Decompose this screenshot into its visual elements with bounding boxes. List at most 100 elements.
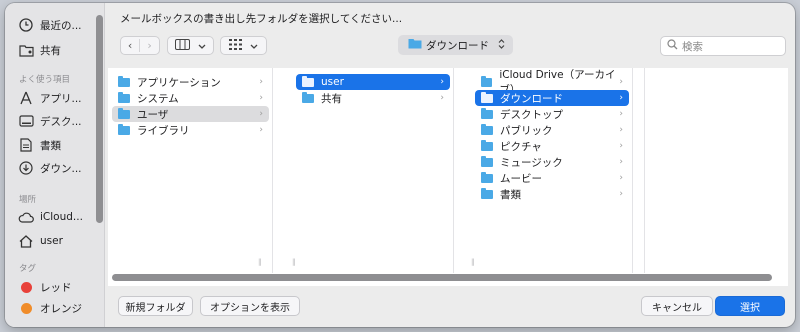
list-item[interactable]: デスクトップ › [475,106,629,122]
folder-icon [481,155,493,167]
column-resize-handle[interactable]: ‖ [292,258,296,266]
orange-tag-dot-icon [21,302,32,314]
forward-button[interactable]: › [140,39,159,52]
list-item[interactable]: アプリケーション › [112,74,269,90]
folder-icon [118,75,130,87]
column-root: アプリケーション › システム › ユーザ › ライブラリ › ‖ [108,68,273,273]
folder-icon [481,123,493,135]
sidebar-item-desktop[interactable]: デスク... [18,111,82,131]
item-label: ライブラリ [137,124,190,137]
clock-icon [18,17,34,33]
folder-icon [118,123,130,135]
folder-icon [481,75,493,87]
list-item-selected[interactable]: ダウンロード › [475,90,629,106]
column-user-home: iCloud Drive（アーカイブ）› ダウンロード › デスクトップ › パブリ… [471,68,633,273]
list-item[interactable]: システム › [112,90,269,106]
view-columns-button[interactable] [167,36,214,55]
sidebar-item-home[interactable]: user [18,231,63,251]
folder-icon [408,38,422,52]
red-tag-dot-icon [21,281,32,293]
folder-icon [118,107,130,119]
sidebar-item-label: 共有 [40,44,61,57]
list-item[interactable]: 共有 › [296,90,450,106]
item-label: デスクトップ [500,108,563,121]
list-item[interactable]: ピクチャ › [475,138,629,154]
item-label: ミュージック [500,156,563,169]
new-folder-button[interactable]: 新規フォルダ [118,296,193,316]
sidebar-item-label: user [40,235,63,247]
list-item-selected[interactable]: ユーザ › [112,106,269,122]
chevron-right-icon: › [619,93,623,103]
sidebar-item-icloud[interactable]: iCloud... [18,207,83,227]
folder-picker-dialog: 最近の... 共有 よく使う項目 アプリ... デスク... 書類 ダウン...… [5,3,795,327]
chevron-right-icon: › [619,157,623,167]
desktop-icon [18,113,34,129]
list-item[interactable]: iCloud Drive（アーカイブ）› [475,69,629,96]
back-button[interactable]: ‹ [121,39,141,52]
sidebar-item-documents[interactable]: 書類 [18,135,61,155]
list-item-selected[interactable]: user › [296,74,450,90]
search-icon [667,39,678,53]
folder-icon [481,91,493,103]
column-empty [637,68,645,273]
list-item[interactable]: パブリック › [475,122,629,138]
item-label: 共有 [321,92,342,105]
sidebar-tag-orange[interactable]: オレンジ [18,298,82,318]
list-item[interactable]: ミュージック › [475,154,629,170]
chevron-right-icon: › [619,189,623,199]
chevron-right-icon: › [259,109,263,119]
list-item[interactable]: 書類 › [475,186,629,202]
item-label: ダウンロード [500,92,563,105]
sidebar-item-label: デスク... [40,115,82,128]
dialog-title: メールボックスの書き出し先フォルダを選択してください... [120,13,403,25]
item-label: パブリック [500,124,553,137]
column-resize-handle[interactable]: ‖ [258,258,262,266]
sidebar-item-label: ダウン... [40,162,82,175]
sidebar-section-locations: 場所 [19,195,37,205]
chevron-right-icon: › [440,77,444,87]
sidebar-item-label: 最近の... [40,19,82,32]
sidebar-item-label: 書類 [40,139,61,152]
sidebar-item-shared[interactable]: 共有 [18,40,61,60]
list-item[interactable]: ライブラリ › [112,122,269,138]
chevron-right-icon: › [619,109,623,119]
sidebar-item-downloads[interactable]: ダウン... [18,158,82,178]
folder-icon [302,91,314,103]
cloud-icon [18,209,34,225]
folder-icon [481,139,493,151]
select-button[interactable]: 選択 [715,296,785,316]
sidebar-item-label: オレンジ [40,302,82,315]
folder-icon [118,91,130,103]
chevron-right-icon: › [259,93,263,103]
sidebar-section-tags: タグ [19,264,37,274]
download-icon [18,160,34,176]
chevron-right-icon: › [259,77,263,87]
chevron-down-icon [250,39,258,52]
search-placeholder: 検索 [682,40,703,53]
list-item[interactable]: ムービー › [475,170,629,186]
folder-icon [481,187,493,199]
folder-icon [481,171,493,183]
sidebar: 最近の... 共有 よく使う項目 アプリ... デスク... 書類 ダウン...… [5,3,105,327]
location-popup[interactable]: ダウンロード [398,35,513,55]
show-options-button[interactable]: オプションを表示 [200,296,300,316]
horizontal-scrollbar[interactable] [112,274,772,281]
chevron-right-icon: › [619,125,623,135]
chevron-right-icon: › [619,77,623,87]
sidebar-tag-red[interactable]: レッド [18,277,72,297]
sidebar-item-recents[interactable]: 最近の... [18,15,82,35]
location-label: ダウンロード [426,39,489,52]
item-label: システム [137,92,179,105]
group-by-button[interactable] [220,36,267,55]
sidebar-scrollbar[interactable] [96,15,103,223]
column-resize-handle[interactable]: ‖ [471,258,475,266]
shared-folder-icon [18,42,34,58]
sidebar-section-favorites: よく使う項目 [19,75,71,85]
sidebar-item-applications[interactable]: アプリ... [18,88,82,108]
search-field[interactable]: 検索 [660,36,786,56]
column-browser: アプリケーション › システム › ユーザ › ライブラリ › ‖ user › 共有 › … [108,68,788,286]
column-users: user › 共有 › ‖ [292,68,454,273]
cancel-button[interactable]: キャンセル [641,296,713,316]
chevron-updown-icon [498,38,505,52]
sidebar-item-label: アプリ... [40,92,82,105]
